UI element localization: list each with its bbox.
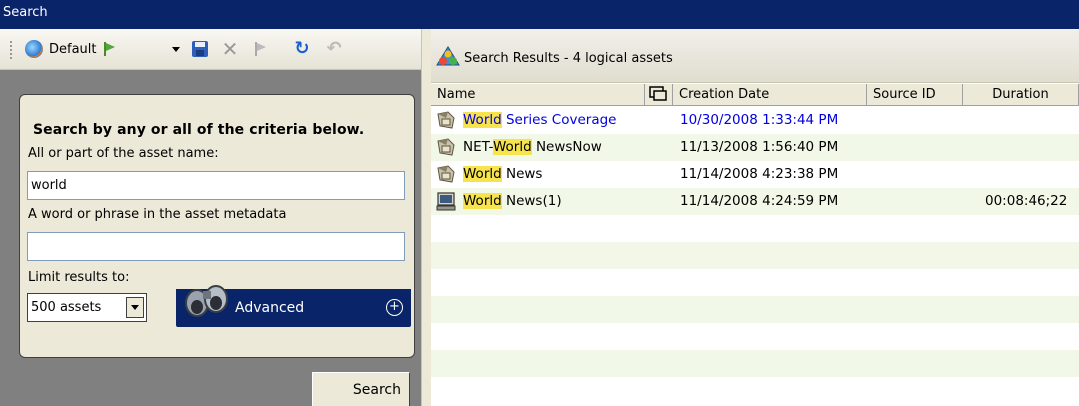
empty-row — [431, 377, 1079, 404]
results-rows: World Series Coverage 10/30/2008 1:33:44… — [431, 107, 1079, 404]
save-button[interactable] — [188, 37, 212, 61]
chevron-down-icon — [172, 46, 180, 52]
table-row[interactable]: World Series Coverage 10/30/2008 1:33:44… — [431, 107, 1079, 134]
table-row[interactable]: NET-World NewsNow 11/13/2008 1:56:40 PM — [431, 134, 1079, 161]
preset-dropdown-button[interactable] — [168, 37, 184, 61]
column-header-name[interactable]: Name — [431, 84, 645, 106]
delete-icon: ✕ — [221, 37, 239, 61]
column-header-creation-date[interactable]: Creation Date — [673, 84, 867, 106]
logical-assets-icon — [436, 46, 460, 66]
metadata-label: A word or phrase in the asset metadata — [28, 207, 287, 222]
creation-date: 11/14/2008 4:23:38 PM — [680, 166, 839, 182]
monitor-icon — [649, 86, 667, 101]
window-titlebar: Search — [0, 0, 1079, 29]
limit-value: 500 assets — [31, 300, 102, 315]
asset-group-icon — [437, 165, 455, 183]
chevron-down-icon — [131, 305, 139, 310]
toolbar-grip[interactable] — [10, 41, 12, 59]
refresh-button[interactable]: ↻ — [290, 37, 314, 61]
results-panel: Search Results - 4 logical assets Name C… — [431, 29, 1079, 406]
results-title: Search Results - 4 logical assets — [464, 51, 673, 66]
advanced-label: Advanced — [235, 300, 305, 316]
window-title: Search — [3, 5, 48, 20]
table-row[interactable]: World News(1) 11/14/2008 4:24:59 PM 00:0… — [431, 188, 1079, 215]
column-header-duration[interactable]: Duration — [963, 84, 1079, 106]
flag-icon — [103, 42, 115, 56]
criteria-heading: Search by any or all of the criteria bel… — [33, 122, 365, 138]
asset-name: NET-World NewsNow — [463, 139, 602, 155]
empty-row — [431, 296, 1079, 323]
asset-group-icon — [437, 111, 455, 129]
metadata-input[interactable] — [27, 232, 405, 261]
expand-icon: + — [386, 299, 403, 316]
search-toolbar: Default ✕ ↻ ↶ — [0, 29, 421, 70]
creation-date: 11/13/2008 1:56:40 PM — [680, 139, 839, 155]
limit-select[interactable]: 500 assets — [27, 293, 147, 322]
empty-row — [431, 269, 1079, 296]
undo-button[interactable]: ↶ — [322, 37, 346, 61]
filter-icon — [254, 42, 266, 56]
creation-date: 11/14/2008 4:24:59 PM — [680, 193, 839, 209]
video-asset-icon — [436, 192, 456, 211]
column-header-preview[interactable] — [645, 84, 673, 106]
asset-name-input[interactable]: world — [27, 171, 405, 200]
asset-name: World News(1) — [463, 193, 562, 209]
grid-header: Name Creation Date Source ID Duration — [431, 84, 1079, 106]
save-icon — [192, 41, 208, 57]
undo-icon: ↶ — [326, 38, 342, 59]
limit-dropdown-button[interactable] — [126, 297, 144, 318]
limit-label: Limit results to: — [28, 270, 130, 285]
column-header-source-id[interactable]: Source ID — [867, 84, 963, 106]
asset-name: World News — [463, 166, 543, 182]
asset-name: World Series Coverage — [463, 112, 617, 128]
asset-group-icon — [437, 138, 455, 156]
creation-date: 10/30/2008 1:33:44 PM — [680, 112, 839, 128]
table-row[interactable]: World News 11/14/2008 4:23:38 PM — [431, 161, 1079, 188]
binoculars-icon — [185, 285, 228, 317]
globe-icon — [25, 40, 43, 58]
search-panel: Default ✕ ↻ ↶ Search by any or all of th… — [0, 29, 421, 406]
search-button[interactable]: Search — [312, 372, 410, 406]
refresh-icon: ↻ — [294, 38, 310, 59]
duration: 00:08:46;22 — [985, 193, 1068, 209]
pane-splitter[interactable] — [421, 29, 431, 406]
filter-button[interactable] — [248, 37, 272, 61]
empty-row — [431, 350, 1079, 377]
empty-row — [431, 215, 1079, 242]
preset-selector[interactable]: Default — [25, 37, 155, 61]
empty-row — [431, 242, 1079, 269]
advanced-button[interactable]: Advanced + — [176, 285, 411, 327]
results-header: Search Results - 4 logical assets — [431, 29, 1079, 83]
empty-row — [431, 323, 1079, 350]
search-criteria-card: Search by any or all of the criteria bel… — [19, 94, 415, 358]
preset-label: Default — [49, 41, 97, 57]
asset-name-label: All or part of the asset name: — [28, 146, 219, 161]
delete-button[interactable]: ✕ — [218, 37, 242, 61]
